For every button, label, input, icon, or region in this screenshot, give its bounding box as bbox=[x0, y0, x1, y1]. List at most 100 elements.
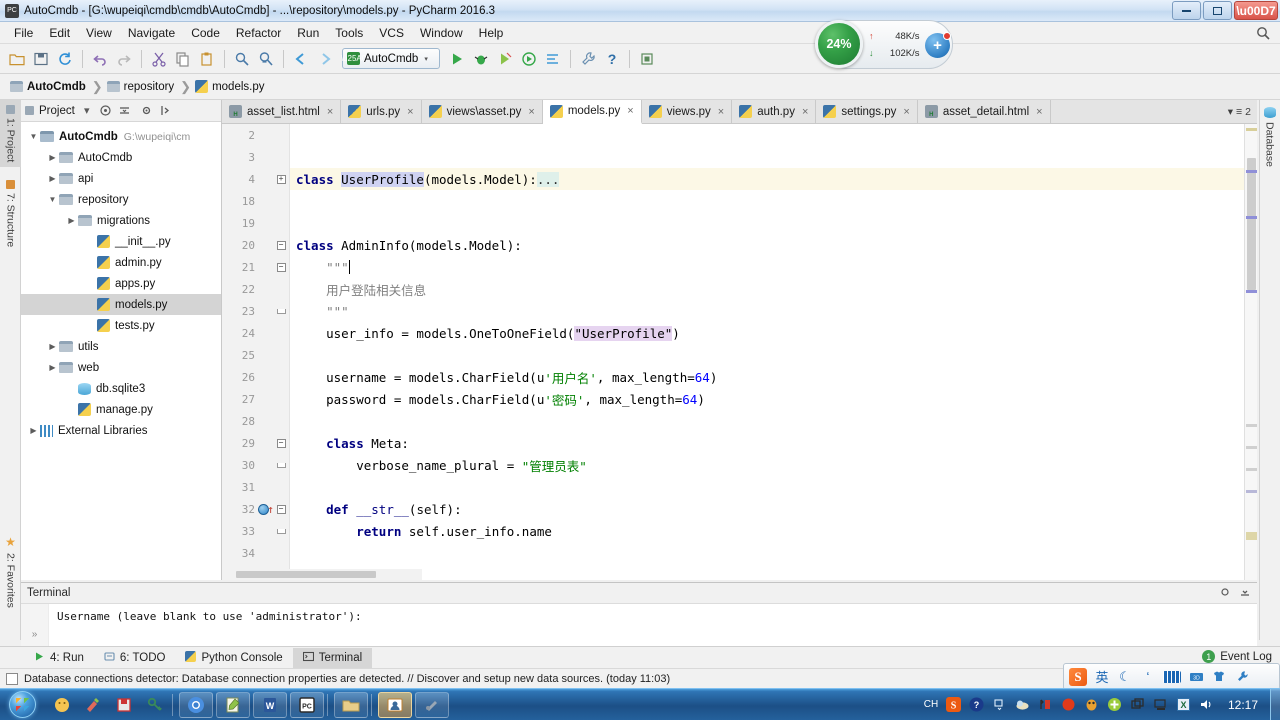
editor-gutter[interactable]: 2 3 4 +18 19 20−21−22 23 24 25 26 27 28 29−30 31 32 ↑ −3… bbox=[222, 124, 290, 582]
close-icon[interactable]: × bbox=[802, 106, 808, 118]
open-folder-icon[interactable] bbox=[6, 48, 28, 70]
twisty-expanded-icon[interactable]: ▼ bbox=[46, 195, 59, 204]
settings-wrench-icon[interactable] bbox=[577, 48, 599, 70]
gutter-line[interactable]: 19 bbox=[222, 212, 290, 234]
editor-tab[interactable]: Hasset_list.html × bbox=[222, 100, 342, 123]
save-disk-icon[interactable] bbox=[110, 692, 138, 718]
editor-vertical-scrollbar[interactable] bbox=[1244, 124, 1257, 580]
editor-tabs-overflow[interactable]: ▾ ≡ 2 bbox=[1222, 100, 1257, 123]
code-line[interactable] bbox=[290, 410, 296, 432]
settings-wrench-icon[interactable] bbox=[1234, 670, 1250, 683]
event-log-button[interactable]: 1 Event Log bbox=[1202, 650, 1272, 663]
redo-icon[interactable] bbox=[113, 48, 135, 70]
hscrollbar-thumb[interactable] bbox=[236, 571, 376, 578]
twisty-collapsed-icon[interactable]: ▶ bbox=[65, 216, 78, 225]
profile-icon[interactable] bbox=[518, 48, 540, 70]
record-tray-icon[interactable] bbox=[1061, 697, 1077, 713]
code-line[interactable]: def __str__(self): bbox=[290, 498, 462, 520]
editor-tab[interactable]: models.py × bbox=[542, 100, 642, 124]
twisty-collapsed-icon[interactable]: ▶ bbox=[46, 342, 59, 351]
code-line[interactable]: return self.user_info.name bbox=[290, 520, 552, 542]
gutter-line[interactable]: 25 bbox=[222, 344, 290, 366]
run-with-console-icon[interactable] bbox=[542, 48, 564, 70]
tab-list-icon[interactable]: ≡ bbox=[1236, 106, 1242, 118]
code-line[interactable]: username = models.CharField(u '用户名', max_… bbox=[290, 366, 717, 388]
coverage-icon[interactable] bbox=[494, 48, 516, 70]
copy-icon[interactable] bbox=[172, 48, 194, 70]
code-line[interactable] bbox=[290, 542, 296, 564]
chrome-taskbar-button[interactable] bbox=[179, 691, 213, 718]
fold-expand-icon[interactable]: + bbox=[274, 174, 288, 184]
start-button[interactable] bbox=[0, 689, 44, 720]
volume-tray-icon[interactable] bbox=[1199, 697, 1215, 713]
code-line[interactable] bbox=[290, 344, 296, 366]
tree-item[interactable]: ▼ repository bbox=[21, 189, 221, 210]
code-line[interactable]: user_info = models.OneToOneField("UserPr… bbox=[290, 322, 680, 344]
menu-vcs[interactable]: VCS bbox=[371, 24, 412, 42]
editor-tab[interactable]: settings.py × bbox=[816, 100, 918, 123]
fold-collapse-icon[interactable]: − bbox=[274, 438, 288, 448]
code-line[interactable]: password = models.CharField(u '密码', max_l… bbox=[290, 388, 705, 410]
editor-text[interactable]: class UserProfile (models.Model):... class… bbox=[290, 124, 1257, 580]
help-tray-icon[interactable]: ? bbox=[969, 697, 985, 713]
tree-item[interactable]: apps.py bbox=[21, 273, 221, 294]
show-hidden-icons[interactable] bbox=[992, 697, 1008, 713]
gutter-line[interactable]: 4 + bbox=[222, 168, 290, 190]
undo-icon[interactable] bbox=[89, 48, 111, 70]
system-monitor-widget[interactable]: 24% ↑ 48K/s ↓ 102K/s + bbox=[815, 20, 953, 69]
notepad-taskbar-button[interactable] bbox=[216, 691, 250, 718]
punctuation-icon[interactable]: ‘ bbox=[1140, 669, 1156, 684]
gutter-line[interactable]: 27 bbox=[222, 388, 290, 410]
menu-edit[interactable]: Edit bbox=[41, 24, 78, 42]
close-icon[interactable]: × bbox=[903, 106, 909, 118]
twisty-collapsed-icon[interactable]: ▶ bbox=[46, 363, 59, 372]
sidebar-item-database[interactable]: Database bbox=[1259, 102, 1280, 172]
run-icon[interactable] bbox=[446, 48, 468, 70]
word-taskbar-button[interactable]: W bbox=[253, 691, 287, 718]
gutter-line[interactable]: 20 − bbox=[222, 234, 290, 256]
code-line[interactable]: class UserProfile (models.Model):... bbox=[290, 168, 560, 190]
project-tree[interactable]: ▼ AutoCmdb G:\wupeiqi\cm ▶ AutoCmdb ▶ api ▼ repo… bbox=[21, 122, 221, 441]
save-all-icon[interactable] bbox=[30, 48, 52, 70]
run-configuration-selector[interactable]: \u25A0 AutoCmdb ▾ bbox=[341, 48, 440, 69]
fold-end-icon[interactable] bbox=[274, 462, 288, 468]
tree-item[interactable]: ▶ External Libraries bbox=[21, 420, 221, 441]
taskbar-clock[interactable]: 12:17 bbox=[1222, 698, 1264, 712]
sidebar-item-favorites[interactable]: ★ 2: Favorites bbox=[0, 530, 21, 613]
twisty-collapsed-icon[interactable]: ▶ bbox=[46, 174, 59, 183]
forward-icon[interactable] bbox=[314, 48, 336, 70]
code-line[interactable]: class Meta: bbox=[290, 432, 409, 454]
code-line[interactable] bbox=[290, 124, 296, 146]
tree-item[interactable]: ▶ web bbox=[21, 357, 221, 378]
key-icon[interactable] bbox=[141, 692, 169, 718]
editor-tab[interactable]: views.py × bbox=[641, 100, 733, 123]
menu-file[interactable]: File bbox=[6, 24, 41, 42]
gutter-line[interactable]: 31 bbox=[222, 476, 290, 498]
code-line[interactable]: 用户登陆相关信息 bbox=[290, 278, 426, 300]
close-icon[interactable]: × bbox=[627, 105, 633, 117]
code-line[interactable]: class AdminInfo(models.Model): bbox=[290, 234, 522, 256]
code-line[interactable]: """ bbox=[290, 256, 350, 278]
code-editor[interactable]: 2 3 4 +18 19 20−21−22 23 24 25 26 27 28 29−30 31 32 ↑ −3… bbox=[222, 124, 1257, 582]
close-button[interactable]: \u00D7 bbox=[1234, 1, 1278, 20]
tool-tab-python-console[interactable]: Python Console bbox=[175, 648, 292, 668]
menu-code[interactable]: Code bbox=[183, 24, 228, 42]
terminal-body[interactable]: » Username (leave blank to use 'administ… bbox=[21, 604, 1257, 646]
sidebar-item-structure[interactable]: 7: Structure bbox=[0, 175, 21, 252]
cloud-tray-icon[interactable] bbox=[1015, 697, 1031, 713]
tree-item[interactable]: admin.py bbox=[21, 252, 221, 273]
help-icon[interactable]: ? bbox=[601, 48, 623, 70]
chevron-down-icon[interactable]: ▾ bbox=[1228, 106, 1233, 118]
excel-tray-icon[interactable]: X bbox=[1176, 697, 1192, 713]
minimize-button[interactable] bbox=[1172, 1, 1201, 20]
hide-icon[interactable] bbox=[159, 104, 173, 118]
fold-collapse-icon[interactable]: − bbox=[274, 504, 288, 514]
gutter-line[interactable]: 26 bbox=[222, 366, 290, 388]
media-player-icon[interactable] bbox=[48, 692, 76, 718]
editor-tab[interactable]: Hasset_detail.html × bbox=[917, 100, 1051, 123]
override-method-icon[interactable]: ↑ bbox=[258, 503, 274, 516]
code-line[interactable] bbox=[290, 190, 296, 212]
target-icon[interactable] bbox=[99, 104, 113, 118]
sidebar-item-project[interactable]: 1: Project bbox=[0, 100, 21, 168]
sogou-ime-bar[interactable]: S 英 ☾ ‘ 3D bbox=[1063, 663, 1280, 690]
